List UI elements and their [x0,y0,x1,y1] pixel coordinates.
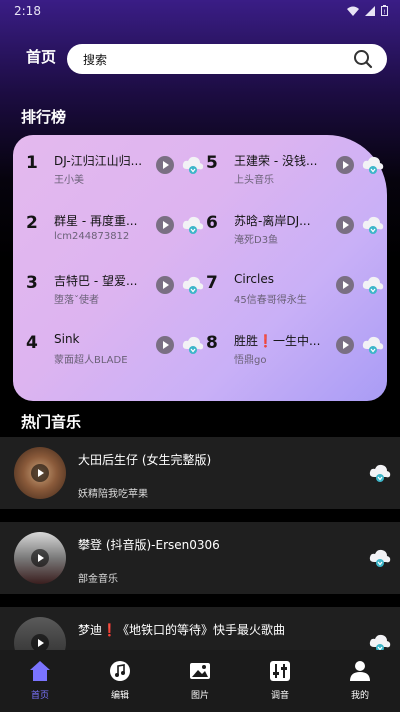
cloud-download-icon[interactable] [182,155,204,175]
song-artist: 蒙面超人BLADE [54,355,128,366]
music-note-icon [110,661,130,681]
nav-item-home[interactable]: 首页 [10,658,70,702]
nav-item-tuning[interactable]: 调音 [250,658,310,702]
hot-music-item[interactable]: 攀登 (抖音版)-Ersen0306 部金音乐 [0,522,400,594]
rank-number: 7 [206,273,218,293]
nav-label: 调音 [270,691,289,701]
rank-number: 3 [26,273,38,293]
ranking-item[interactable]: 7 Circles 45信春哥得永生 [206,267,386,307]
equalizer-icon [270,661,290,681]
svg-text:!: ! [383,9,385,16]
song-artist: 45信春哥得永生 [234,295,307,306]
nav-item-me[interactable]: 我的 [330,658,390,702]
ranking-item[interactable]: 3 吉特巴 - 望爱... 堕落ˇ使者 [26,267,206,307]
song-title: 苏晗-离岸DJ... [234,214,311,228]
cloud-download-icon[interactable] [369,548,391,568]
song-title: Circles [234,272,274,286]
play-icon[interactable] [156,336,174,354]
nav-item-edit[interactable]: 编辑 [90,658,150,702]
ranking-item[interactable]: 5 王建荣 - 没钱... 上头音乐 [206,147,386,187]
song-artist: 悟鼎go [234,355,267,366]
cloud-download-icon[interactable] [362,335,384,355]
header: 首页 搜索 [0,40,400,80]
song-title: 攀登 (抖音版)-Ersen0306 [78,538,220,552]
play-icon[interactable] [336,156,354,174]
bottom-nav: 首页 编辑 图片 调音 我的 [0,650,400,712]
song-artist: 王小美 [54,175,84,186]
song-title: 梦迪❗《地铁口的等待》快手最火歌曲 [78,623,285,637]
rank-number: 4 [26,333,38,353]
play-icon[interactable] [156,276,174,294]
rank-number: 8 [206,333,218,353]
cloud-download-icon[interactable] [362,155,384,175]
album-cover [14,532,66,584]
signal-icon [365,5,375,16]
song-artist: 部金音乐 [78,574,118,585]
song-title: 王建荣 - 没钱... [234,154,318,168]
hot-music-title: 热门音乐 [21,413,82,431]
rank-number: 5 [206,153,218,173]
song-artist: 妖精陪我吃苹果 [78,489,148,500]
play-icon[interactable] [156,216,174,234]
play-icon[interactable] [336,216,354,234]
rank-number: 1 [26,153,38,173]
song-title: 胜胜❗一生中... [234,334,321,348]
ranking-item[interactable]: 2 群星 - 再度重... lcm244873812 [26,207,206,247]
ranking-item[interactable]: 1 DJ-江归江山归... 王小美 [26,147,206,187]
home-icon [30,661,50,681]
nav-item-image[interactable]: 图片 [170,658,230,702]
cloud-download-icon[interactable] [182,335,204,355]
song-artist: 淹死D3鱼 [234,235,279,246]
play-icon[interactable] [336,276,354,294]
ranking-item[interactable]: 4 Sink 蒙面超人BLADE [26,327,206,367]
song-title: 群星 - 再度重... [54,214,138,228]
cloud-download-icon[interactable] [182,275,204,295]
hot-music-item[interactable]: 大田后生仔 (女生完整版) 妖精陪我吃苹果 [0,437,400,509]
ranking-item[interactable]: 6 苏晗-离岸DJ... 淹死D3鱼 [206,207,386,247]
wifi-icon [347,6,359,16]
song-title: DJ-江归江山归... [54,154,143,168]
play-icon[interactable] [31,549,49,567]
search-bar[interactable]: 搜索 [67,44,387,74]
status-time: 2:18 [14,4,41,18]
song-title: 大田后生仔 (女生完整版) [78,453,212,467]
ranking-card: 1 DJ-江归江山归... 王小美 2 群星 - 再度重... lcm24487… [13,135,387,401]
song-artist: 上头音乐 [234,175,274,186]
cloud-download-icon[interactable] [362,215,384,235]
rank-number: 6 [206,213,218,233]
image-icon [190,663,210,679]
nav-label: 首页 [30,691,49,701]
ranking-item[interactable]: 8 胜胜❗一生中... 悟鼎go [206,327,386,367]
song-artist: 堕落ˇ使者 [54,295,99,306]
page-title: 首页 [26,48,57,66]
nav-label: 编辑 [110,691,129,701]
rank-number: 2 [26,213,38,233]
search-placeholder: 搜索 [83,53,108,67]
nav-label: 图片 [190,691,209,701]
search-icon[interactable] [353,49,373,69]
status-bar: 2:18 ! [0,0,400,24]
album-cover [14,447,66,499]
person-icon [350,661,370,681]
battery-icon: ! [381,5,388,16]
play-icon[interactable] [336,336,354,354]
play-icon[interactable] [156,156,174,174]
cloud-download-icon[interactable] [182,215,204,235]
cloud-download-icon[interactable] [362,275,384,295]
play-icon[interactable] [31,464,49,482]
song-title: 吉特巴 - 望爱... [54,274,138,288]
ranking-title: 排行榜 [21,108,67,126]
cloud-download-icon[interactable] [369,463,391,483]
nav-label: 我的 [350,691,369,701]
song-artist: lcm244873812 [54,231,130,242]
song-title: Sink [54,332,80,346]
